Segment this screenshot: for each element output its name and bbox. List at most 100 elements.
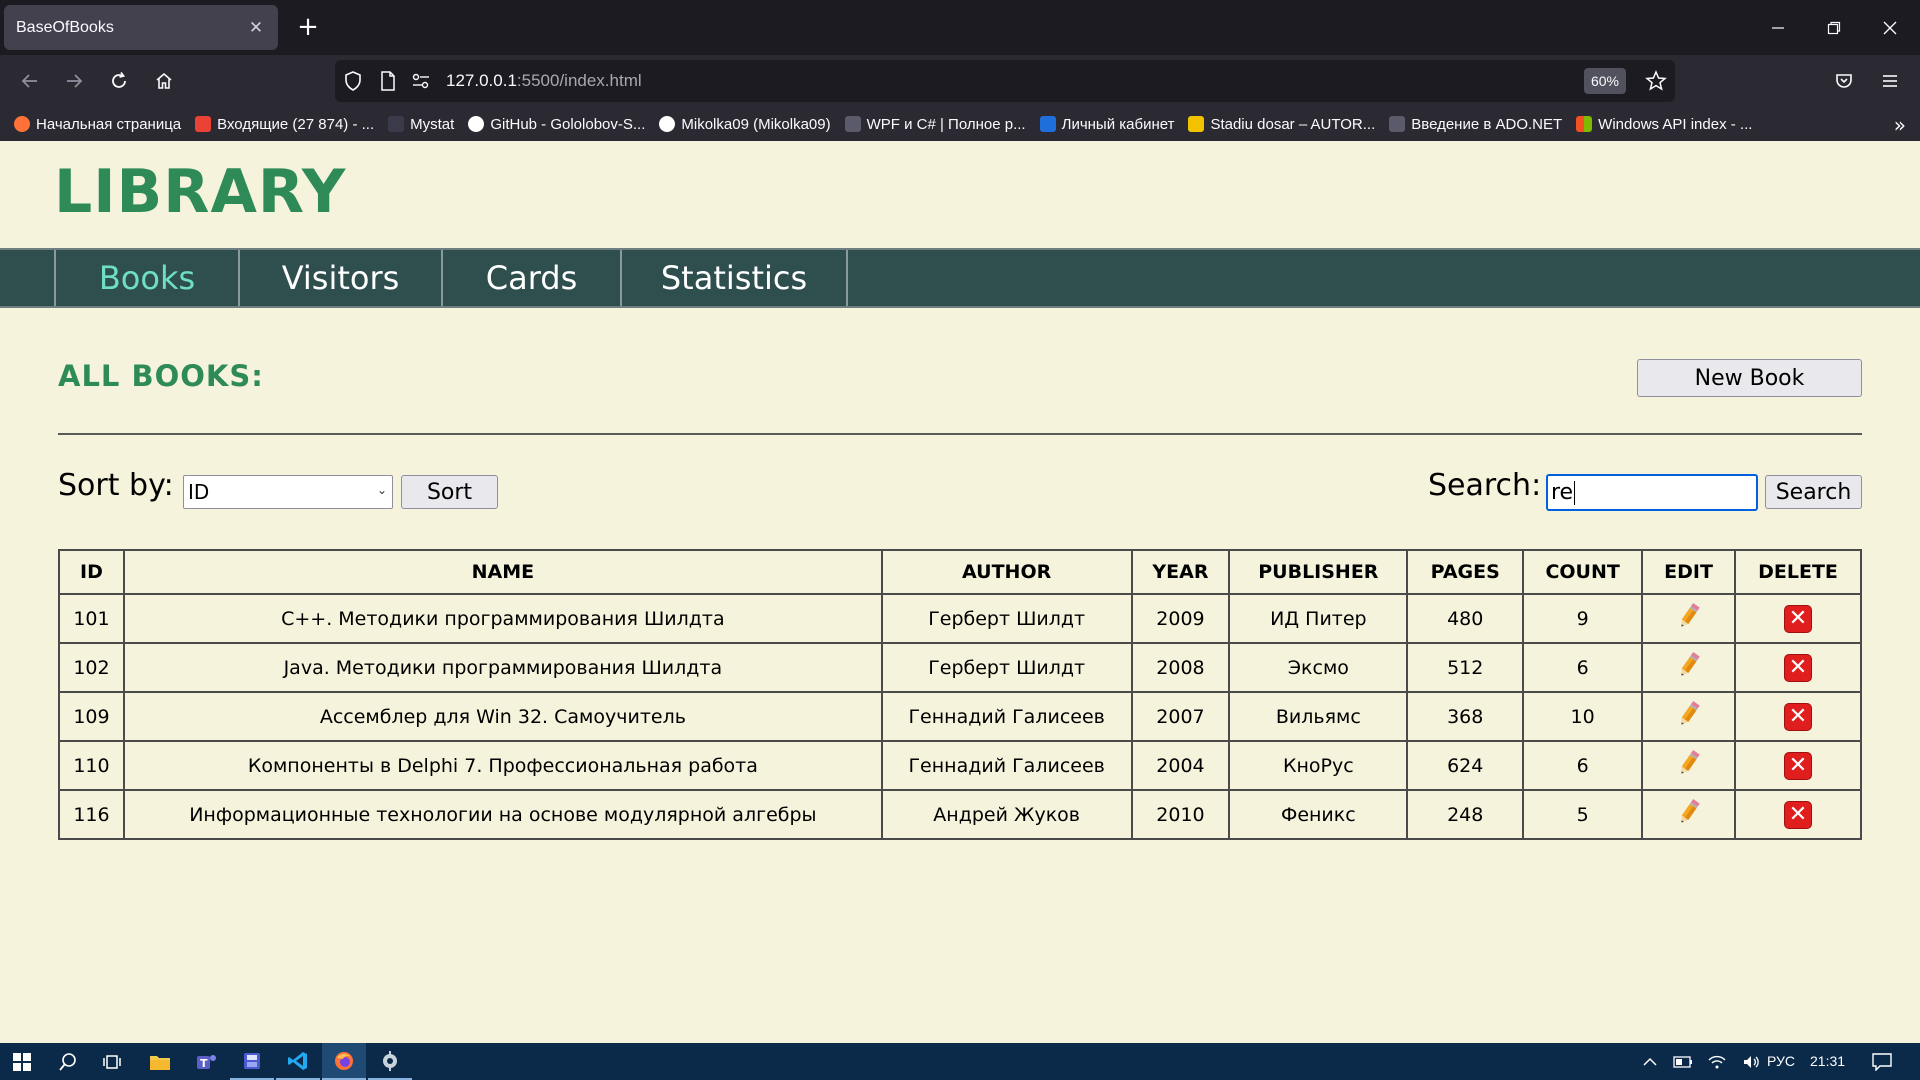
bookmark-item[interactable]: Mikolka09 (Mikolka09) xyxy=(659,116,831,133)
bookmark-item[interactable]: Личный кабинет xyxy=(1039,116,1174,133)
header-author[interactable]: AUTHOR xyxy=(880,549,1133,595)
sort-select[interactable]: ID ⌄ xyxy=(183,475,393,509)
cell-pages: 624 xyxy=(1406,740,1525,791)
task-view-icon[interactable] xyxy=(90,1043,134,1080)
header-count[interactable]: COUNT xyxy=(1522,549,1644,595)
sort-label: Sort by: xyxy=(58,468,174,503)
pencil-icon[interactable] xyxy=(1676,601,1702,636)
menu-item-books[interactable]: Books xyxy=(54,250,238,306)
sort-button[interactable]: Sort xyxy=(401,475,498,509)
header-publisher[interactable]: PUBLISHER xyxy=(1228,549,1409,595)
cell-name: Информационные технологии на основе моду… xyxy=(122,789,883,840)
bookmark-item[interactable]: Начальная страница xyxy=(14,116,181,133)
bookmark-item[interactable]: WPF и C# | Полное р... xyxy=(844,116,1026,133)
cell-count: 6 xyxy=(1522,642,1644,693)
windows-logo-icon xyxy=(1576,116,1593,132)
cell-id: 102 xyxy=(58,642,125,693)
url-text[interactable]: 127.0.0.1:5500/index.html xyxy=(446,71,642,91)
pencil-icon[interactable] xyxy=(1676,650,1702,685)
bookmark-item[interactable]: Mystat xyxy=(388,116,454,133)
bookmark-star-icon[interactable] xyxy=(1645,70,1667,96)
back-icon[interactable] xyxy=(12,64,48,98)
menu-item-visitors[interactable]: Visitors xyxy=(238,250,441,306)
cell-count: 5 xyxy=(1522,789,1644,840)
menu-item-statistics[interactable]: Statistics xyxy=(620,250,846,306)
pocket-icon[interactable] xyxy=(1826,64,1862,98)
volume-icon[interactable] xyxy=(1734,1043,1768,1080)
section-title: ALL BOOKS: xyxy=(58,359,264,393)
delete-icon[interactable]: ✕ xyxy=(1784,800,1812,829)
bookmark-item[interactable]: GitHub - Gololobov-S... xyxy=(468,116,645,133)
tray-chevron-up-icon[interactable] xyxy=(1632,1043,1668,1080)
settings-app-icon[interactable] xyxy=(368,1043,412,1080)
header-year[interactable]: YEAR xyxy=(1130,549,1231,595)
header-pages[interactable]: PAGES xyxy=(1406,549,1525,595)
cell-delete: ✕ xyxy=(1734,789,1862,840)
cell-publisher: ИД Питер xyxy=(1228,593,1409,644)
cell-pages: 512 xyxy=(1406,642,1525,693)
cell-pages: 248 xyxy=(1406,789,1525,840)
table-row: 110 Компоненты в Delphi 7. Профессиональ… xyxy=(58,740,1862,791)
forward-icon[interactable] xyxy=(56,64,92,98)
file-explorer-icon[interactable] xyxy=(138,1043,182,1080)
input-language[interactable]: РУС xyxy=(1767,1053,1795,1069)
emblem-icon xyxy=(1188,116,1205,132)
search-input[interactable]: re xyxy=(1546,474,1758,511)
pencil-icon[interactable] xyxy=(1676,699,1702,734)
site-permissions-icon[interactable] xyxy=(411,72,431,94)
zoom-level[interactable]: 60% xyxy=(1584,68,1626,94)
table-row: 101 C++. Методики программирования Шилдт… xyxy=(58,593,1862,644)
menu-icon[interactable] xyxy=(1872,64,1908,98)
tab-close-icon[interactable]: ✕ xyxy=(246,18,266,38)
delete-icon[interactable]: ✕ xyxy=(1784,702,1812,731)
sort-select-value: ID xyxy=(188,480,210,504)
restore-icon[interactable] xyxy=(1806,0,1862,55)
bookmark-item[interactable]: Windows API index - ... xyxy=(1576,116,1752,133)
search-button[interactable]: Search xyxy=(1765,475,1862,509)
bookmark-item[interactable]: Введение в ADO.NET xyxy=(1389,116,1562,133)
header-edit: EDIT xyxy=(1641,549,1736,595)
menu-item-cards[interactable]: Cards xyxy=(441,250,620,306)
bookmark-item[interactable]: Stadiu dosar – AUTOR... xyxy=(1188,116,1375,133)
pencil-icon[interactable] xyxy=(1676,797,1702,832)
header-id[interactable]: ID xyxy=(58,549,125,595)
bookmarks-overflow-icon[interactable]: » xyxy=(1894,113,1906,137)
new-book-button[interactable]: New Book xyxy=(1637,359,1862,397)
bookmark-item[interactable]: Входящие (27 874) - ... xyxy=(195,116,374,133)
teams-icon[interactable]: T xyxy=(184,1043,228,1080)
cell-year: 2008 xyxy=(1130,642,1231,693)
reload-icon[interactable] xyxy=(101,64,137,98)
firefox-icon[interactable] xyxy=(322,1043,366,1080)
cell-id: 109 xyxy=(58,691,125,742)
url-bar[interactable]: 127.0.0.1:5500/index.html 60% xyxy=(335,60,1675,102)
cell-name: C++. Методики программирования Шилдта xyxy=(122,593,883,644)
page-icon[interactable] xyxy=(379,70,397,96)
wifi-icon[interactable] xyxy=(1700,1043,1734,1080)
battery-icon[interactable] xyxy=(1666,1043,1700,1080)
browser-tab[interactable]: BaseOfBooks ✕ xyxy=(4,5,278,50)
header-name[interactable]: NAME xyxy=(122,549,883,595)
pencil-icon[interactable] xyxy=(1676,748,1702,783)
search-icon[interactable] xyxy=(46,1043,90,1080)
cell-count: 10 xyxy=(1522,691,1644,742)
minimize-icon[interactable] xyxy=(1750,0,1806,55)
delete-icon[interactable]: ✕ xyxy=(1784,653,1812,682)
app-icon[interactable] xyxy=(230,1043,274,1080)
delete-icon[interactable]: ✕ xyxy=(1784,604,1812,633)
cell-author: Геннадий Галисеев xyxy=(880,740,1133,791)
github-icon xyxy=(468,116,485,132)
close-window-icon[interactable] xyxy=(1862,0,1918,55)
clock[interactable]: 21:31 xyxy=(1810,1053,1845,1069)
cell-author: Андрей Жуков xyxy=(880,789,1133,840)
cell-author: Герберт Шилдт xyxy=(880,593,1133,644)
home-icon[interactable] xyxy=(146,64,182,98)
books-table: ID NAME AUTHOR YEAR PUBLISHER PAGES COUN… xyxy=(58,549,1862,840)
table-row: 116 Информационные технологии на основе … xyxy=(58,789,1862,840)
svg-text:T: T xyxy=(200,1057,208,1070)
windows-start-icon[interactable] xyxy=(0,1043,44,1080)
new-tab-button[interactable]: + xyxy=(293,12,323,42)
notifications-icon[interactable] xyxy=(1862,1043,1902,1080)
shield-icon[interactable] xyxy=(343,70,363,96)
vscode-icon[interactable] xyxy=(276,1043,320,1080)
delete-icon[interactable]: ✕ xyxy=(1784,751,1812,780)
